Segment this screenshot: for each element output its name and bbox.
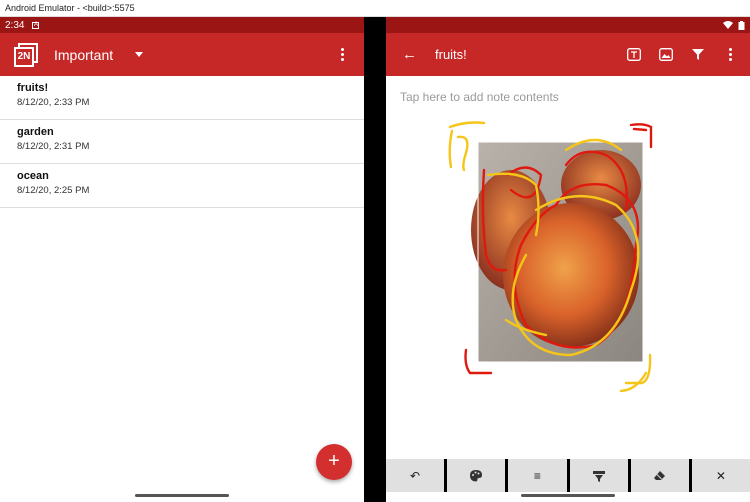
add-note-button[interactable]: + — [316, 444, 352, 480]
note-date: 8/12/20, 2:31 PM — [17, 141, 90, 152]
status-time: 2:34 — [5, 19, 25, 31]
wifi-icon — [723, 21, 733, 29]
image-icon[interactable] — [658, 47, 674, 63]
note-title: ocean — [17, 170, 49, 182]
text-icon[interactable] — [626, 47, 642, 63]
left-screen: 2:34 A 2N Important fruits! 8/12/20, 2:3… — [0, 17, 364, 502]
note-date: 8/12/20, 2:25 PM — [17, 185, 90, 196]
window-title: Android Emulator - <build>:5575 — [0, 0, 750, 17]
notification-icon: A — [32, 21, 40, 29]
note-list-item[interactable]: fruits! 8/12/20, 2:33 PM — [0, 76, 364, 120]
note-app-bar: ← fruits! — [386, 33, 750, 76]
note-content-placeholder[interactable]: Tap here to add note contents — [386, 76, 750, 104]
note-date: 8/12/20, 2:33 PM — [17, 97, 90, 108]
note-list-item[interactable]: garden 8/12/20, 2:31 PM — [0, 120, 364, 164]
back-arrow-icon[interactable]: ← — [402, 46, 417, 63]
filter-label[interactable]: Important — [54, 47, 113, 63]
device-frame: 2:34 A 2N Important fruits! 8/12/20, 2:3… — [0, 17, 750, 502]
filter-icon[interactable] — [690, 47, 706, 63]
app-logo-text: 2N — [14, 46, 34, 67]
status-bar-right — [386, 17, 750, 33]
eraser-button[interactable] — [630, 459, 689, 492]
highlighter-icon — [592, 470, 605, 482]
app-bar: 2N Important — [0, 33, 364, 76]
right-screen: ← fruits! Tap here to add note contents — [386, 17, 750, 502]
more-options-icon[interactable] — [334, 48, 350, 61]
gesture-bar-right — [386, 490, 750, 502]
app-logo: 2N — [14, 42, 38, 67]
palette-icon — [470, 470, 483, 482]
status-bar: 2:34 A — [0, 17, 364, 33]
note-title: fruits! — [17, 82, 49, 94]
chevron-down-icon[interactable] — [135, 52, 144, 57]
eraser-icon — [654, 471, 666, 480]
close-button[interactable]: ✕ — [691, 459, 750, 492]
note-list: fruits! 8/12/20, 2:33 PM garden 8/12/20,… — [0, 76, 364, 208]
note-title-field[interactable]: fruits! — [435, 47, 467, 62]
highlighter-button[interactable] — [569, 459, 628, 492]
note-title: garden — [17, 126, 54, 138]
ink-toolbar: ↶ ≡ ✕ — [386, 459, 750, 492]
more-icon[interactable] — [722, 48, 738, 61]
note-list-item[interactable]: ocean 8/12/20, 2:25 PM — [0, 164, 364, 208]
gesture-bar — [0, 490, 364, 502]
lines-button[interactable]: ≡ — [508, 459, 567, 492]
ink-canvas[interactable] — [446, 115, 676, 395]
undo-button[interactable]: ↶ — [386, 459, 445, 492]
battery-icon — [738, 20, 745, 30]
palette-button[interactable] — [447, 459, 506, 492]
